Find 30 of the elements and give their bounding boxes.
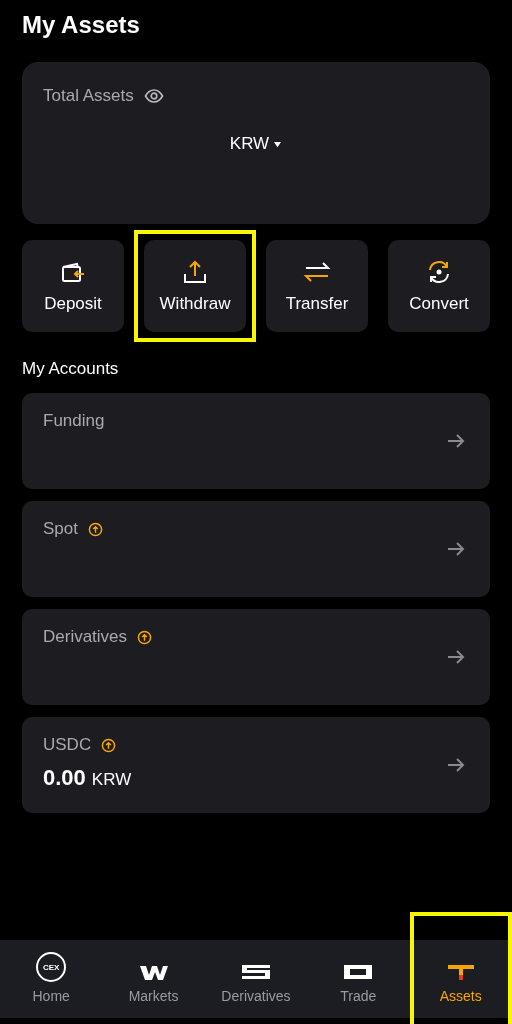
account-name: Derivatives <box>43 627 128 647</box>
nav-tab[interactable]: CEX Home <box>4 940 99 1018</box>
total-assets-label: Total Assets <box>43 86 134 106</box>
nav-tab[interactable]: Trade <box>311 940 406 1018</box>
action-button[interactable]: Transfer <box>266 240 368 332</box>
nav-tab[interactable]: Derivatives <box>208 940 303 1018</box>
action-button[interactable]: Convert <box>388 240 490 332</box>
account-name: Spot <box>43 519 78 539</box>
t-logo-icon <box>445 962 476 982</box>
account-name: USDC <box>43 735 92 755</box>
account-card[interactable]: Spot <box>22 501 490 597</box>
nav-tab[interactable]: Assets <box>413 940 508 1018</box>
section-heading: My Accounts <box>22 359 120 380</box>
account-name: Funding <box>43 411 105 431</box>
s-logo-icon <box>240 962 271 982</box>
account-card[interactable]: Funding <box>22 393 490 489</box>
nav-tab[interactable]: Markets <box>106 940 201 1018</box>
cex-logo-icon: CEX <box>36 952 67 982</box>
page-title: My Assets <box>22 10 141 40</box>
balance-unit: KRW <box>91 770 132 790</box>
upload-icon <box>181 258 209 286</box>
square-logo-icon <box>343 962 374 982</box>
action-button[interactable]: Withdraw <box>144 240 246 332</box>
caret-icon <box>273 140 283 148</box>
account-card[interactable]: USDC 0.00 KRW <box>22 717 490 813</box>
action-button[interactable]: Deposit <box>22 240 124 332</box>
account-card[interactable]: Derivatives <box>22 609 490 705</box>
eye-icon[interactable] <box>143 86 164 106</box>
currency-dropdown[interactable]: KRW <box>229 134 283 154</box>
balance-amount: 0.00 <box>43 765 86 791</box>
